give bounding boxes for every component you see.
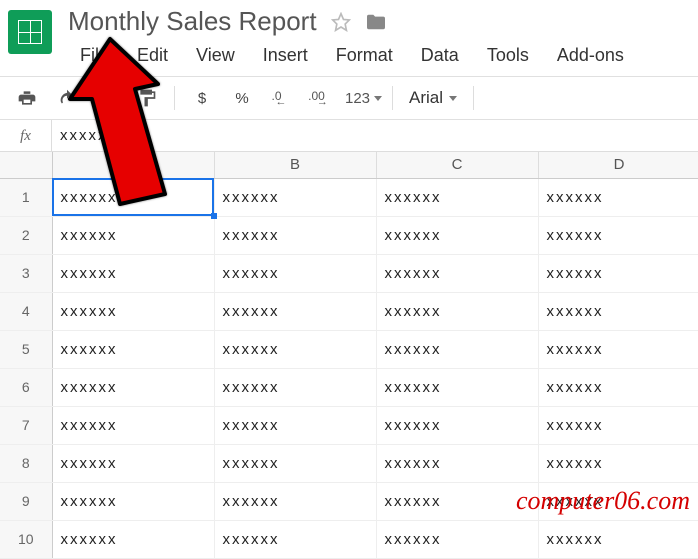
row-header[interactable]: 1 — [0, 178, 52, 216]
toolbar-separator — [392, 86, 393, 110]
table-row: 1 xxxxxx xxxxxx xxxxxx xxxxxx — [0, 178, 698, 216]
cell[interactable]: xxxxxx — [52, 254, 214, 292]
cell[interactable]: xxxxxx — [538, 520, 698, 558]
menu-addons[interactable]: Add-ons — [543, 41, 638, 70]
formula-bar: fx xxxxxx — [0, 120, 698, 152]
cell-A1[interactable]: xxxxxx — [52, 178, 214, 216]
number-format-dropdown[interactable]: 123 — [345, 81, 382, 115]
cell[interactable]: xxxxxx — [52, 292, 214, 330]
cell[interactable]: xxxxxx — [52, 368, 214, 406]
cell[interactable]: xxxxxx — [376, 368, 538, 406]
row-header[interactable]: 3 — [0, 254, 52, 292]
cell[interactable]: xxxxxx — [376, 444, 538, 482]
formula-input[interactable]: xxxxxx — [52, 127, 698, 144]
cell[interactable]: xxxxxx — [52, 406, 214, 444]
row-header[interactable]: 5 — [0, 330, 52, 368]
table-row: 7 xxxxxx xxxxxx xxxxxx xxxxxx — [0, 406, 698, 444]
fx-label: fx — [0, 120, 52, 151]
print-button[interactable] — [10, 81, 44, 115]
paint-format-button[interactable] — [130, 81, 164, 115]
cell[interactable]: xxxxxx — [376, 520, 538, 558]
table-row: 8 xxxxxx xxxxxx xxxxxx xxxxxx — [0, 444, 698, 482]
menu-file[interactable]: File — [66, 41, 123, 70]
cell[interactable]: xxxxxx — [376, 254, 538, 292]
column-header[interactable]: C — [376, 152, 538, 178]
cell[interactable]: xxxxxx — [214, 368, 376, 406]
cell[interactable]: xxxxxx — [538, 178, 698, 216]
toolbar: $ % .0← .00→ 123 Arial — [0, 76, 698, 120]
column-header[interactable]: B — [214, 152, 376, 178]
cell[interactable]: xxxxxx — [376, 406, 538, 444]
cell[interactable]: xxxxxx — [214, 520, 376, 558]
cell[interactable]: xxxxxx — [376, 482, 538, 520]
cell[interactable]: xxxxxx — [214, 406, 376, 444]
cell[interactable]: xxxxxx — [214, 292, 376, 330]
chevron-down-icon — [449, 96, 457, 101]
cell[interactable]: xxxxxx — [52, 520, 214, 558]
currency-button[interactable]: $ — [185, 81, 219, 115]
decrease-decimal-button[interactable]: .0← — [265, 81, 299, 115]
cell[interactable]: xxxxxx — [538, 216, 698, 254]
cell[interactable]: xxxxxx — [214, 330, 376, 368]
cell[interactable]: xxxxxx — [52, 330, 214, 368]
sheets-logo-icon — [18, 20, 42, 44]
column-header[interactable]: A — [52, 152, 214, 178]
cell[interactable]: xxxxxx — [538, 444, 698, 482]
undo-button[interactable] — [50, 81, 84, 115]
percent-button[interactable]: % — [225, 81, 259, 115]
menu-edit[interactable]: Edit — [123, 41, 182, 70]
cell[interactable]: xxxxxx — [52, 482, 214, 520]
row-header[interactable]: 10 — [0, 520, 52, 558]
select-all-corner[interactable] — [0, 152, 52, 178]
star-icon[interactable] — [331, 12, 351, 32]
table-row: 4 xxxxxx xxxxxx xxxxxx xxxxxx — [0, 292, 698, 330]
menu-data[interactable]: Data — [407, 41, 473, 70]
row-header[interactable]: 9 — [0, 482, 52, 520]
menu-format[interactable]: Format — [322, 41, 407, 70]
cell[interactable]: xxxxxx — [214, 482, 376, 520]
table-row: 5 xxxxxx xxxxxx xxxxxx xxxxxx — [0, 330, 698, 368]
row-header[interactable]: 8 — [0, 444, 52, 482]
toolbar-separator — [473, 86, 474, 110]
cell[interactable]: xxxxxx — [214, 444, 376, 482]
cell[interactable]: xxxxxx — [538, 292, 698, 330]
row-header[interactable]: 4 — [0, 292, 52, 330]
cell[interactable]: xxxxxx — [538, 254, 698, 292]
cell[interactable]: xxxxxx — [214, 254, 376, 292]
row-header[interactable]: 6 — [0, 368, 52, 406]
table-row: 10 xxxxxx xxxxxx xxxxxx xxxxxx — [0, 520, 698, 558]
cell[interactable]: xxxxxx — [376, 216, 538, 254]
menu-tools[interactable]: Tools — [473, 41, 543, 70]
sheets-logo[interactable] — [8, 10, 52, 54]
watermark: computer06.com — [516, 486, 690, 516]
cell[interactable]: xxxxxx — [376, 178, 538, 216]
folder-icon[interactable] — [365, 13, 387, 31]
cell[interactable]: xxxxxx — [214, 178, 376, 216]
cell[interactable]: xxxxxx — [214, 216, 376, 254]
header: Monthly Sales Report File Edit View Inse… — [0, 0, 698, 76]
column-header[interactable]: D — [538, 152, 698, 178]
chevron-down-icon — [374, 96, 382, 101]
cell[interactable]: xxxxxx — [538, 406, 698, 444]
table-row: 3 xxxxxx xxxxxx xxxxxx xxxxxx — [0, 254, 698, 292]
font-family-dropdown[interactable]: Arial — [403, 88, 463, 108]
cell[interactable]: xxxxxx — [538, 368, 698, 406]
row-header[interactable]: 7 — [0, 406, 52, 444]
redo-button[interactable] — [90, 81, 124, 115]
cell[interactable]: xxxxxx — [376, 330, 538, 368]
row-header[interactable]: 2 — [0, 216, 52, 254]
cell[interactable]: xxxxxx — [52, 216, 214, 254]
menu-insert[interactable]: Insert — [249, 41, 322, 70]
document-title[interactable]: Monthly Sales Report — [68, 6, 317, 37]
table-row: 6 xxxxxx xxxxxx xxxxxx xxxxxx — [0, 368, 698, 406]
increase-decimal-button[interactable]: .00→ — [305, 81, 339, 115]
cell[interactable]: xxxxxx — [52, 444, 214, 482]
menu-view[interactable]: View — [182, 41, 249, 70]
cell[interactable]: xxxxxx — [538, 330, 698, 368]
title-area: Monthly Sales Report File Edit View Inse… — [62, 0, 698, 76]
menubar: File Edit View Insert Format Data Tools … — [62, 39, 698, 76]
table-row: 2 xxxxxx xxxxxx xxxxxx xxxxxx — [0, 216, 698, 254]
toolbar-separator — [174, 86, 175, 110]
cell[interactable]: xxxxxx — [376, 292, 538, 330]
